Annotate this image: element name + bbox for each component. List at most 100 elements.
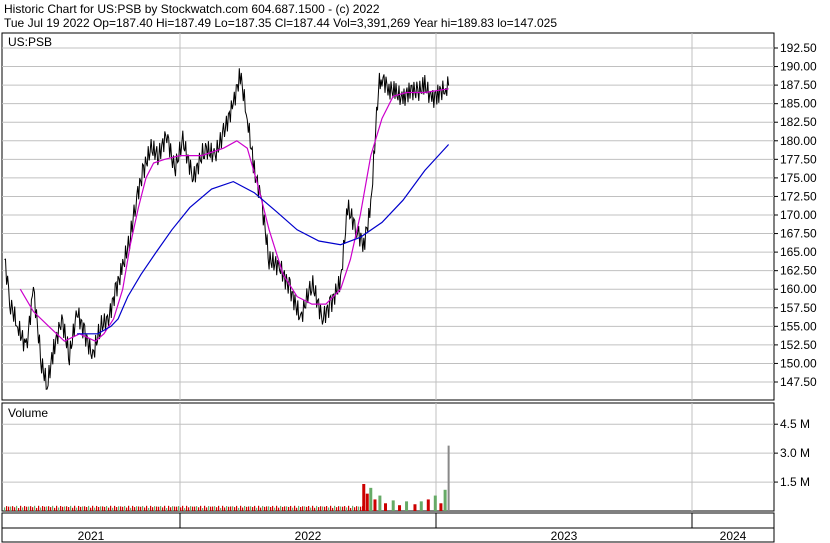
- volume-baseline-bar: [102, 506, 104, 511]
- volume-baseline-bar: [240, 505, 242, 511]
- volume-baseline-bar: [138, 506, 140, 511]
- volume-baseline-bar: [10, 506, 12, 511]
- volume-baseline-bar: [144, 507, 146, 511]
- volume-baseline-bar: [252, 507, 254, 511]
- volume-baseline-bar: [318, 507, 320, 511]
- price-tick-label: 167.50: [780, 227, 817, 241]
- volume-baseline-bar: [90, 507, 92, 511]
- volume-baseline-bar: [210, 506, 212, 511]
- volume-baseline-bar: [14, 507, 16, 511]
- volume-baseline-bar: [136, 506, 138, 511]
- volume-baseline-bar: [202, 508, 204, 511]
- volume-baseline-bar: [128, 505, 130, 511]
- volume-bar: [365, 493, 369, 511]
- volume-baseline-bar: [66, 506, 68, 511]
- volume-bar: [378, 495, 382, 511]
- volume-baseline-bar: [186, 505, 188, 511]
- price-tick-label: 180.00: [780, 134, 817, 148]
- volume-baseline-bar: [148, 507, 150, 511]
- volume-baseline-bar: [80, 506, 82, 511]
- volume-baseline-bar: [94, 507, 96, 511]
- volume-baseline-bar: [336, 507, 338, 511]
- volume-baseline-bar: [34, 505, 36, 511]
- price-tick-label: 165.00: [780, 245, 817, 259]
- volume-bar: [362, 484, 366, 511]
- volume-baseline-bar: [340, 506, 342, 511]
- volume-baseline-bar: [176, 506, 178, 511]
- volume-baseline-bar: [356, 506, 358, 511]
- volume-baseline-bar: [316, 505, 318, 511]
- volume-baseline-bar: [258, 505, 260, 511]
- price-tick-label: 185.00: [780, 97, 817, 111]
- volume-baseline-bar: [212, 506, 214, 511]
- volume-axis: 4.5 M 3.0 M 1.5 M: [774, 417, 810, 489]
- volume-baseline-bar: [130, 507, 132, 511]
- volume-baseline-bar: [338, 506, 340, 511]
- volume-baseline-bar: [52, 505, 54, 511]
- volume-baseline-bar: [20, 505, 22, 511]
- volume-baseline-bar: [150, 505, 152, 511]
- volume-baseline-bar: [302, 506, 304, 511]
- volume-baseline-bar: [30, 506, 32, 511]
- symbol-label: US:PSB: [8, 35, 52, 49]
- price-tick-label: 147.50: [780, 375, 817, 389]
- volume-baseline-bar: [100, 506, 102, 511]
- volume-baseline-bar: [254, 505, 256, 511]
- volume-baseline-bar: [214, 506, 216, 511]
- volume-bar: [405, 501, 409, 511]
- price-tick-label: 175.00: [780, 171, 817, 185]
- volume-bar: [447, 445, 450, 511]
- volume-baseline-bar: [108, 507, 110, 511]
- volume-baseline-bar: [196, 506, 198, 511]
- volume-baseline-bar: [286, 506, 288, 511]
- volume-baseline-bar: [54, 507, 56, 511]
- volume-baseline-bar: [284, 506, 286, 511]
- volume-baseline-bar: [116, 507, 118, 511]
- price-tick-label: 182.50: [780, 115, 817, 129]
- volume-baseline-bar: [36, 507, 38, 511]
- volume-tick-label: 1.5 M: [780, 475, 810, 489]
- volume-baseline-bar: [134, 507, 136, 511]
- volume-baseline-bar: [162, 507, 164, 511]
- volume-baseline-bar: [304, 506, 306, 511]
- volume-baseline-bar: [320, 506, 322, 511]
- x-tick-label: 2022: [295, 529, 322, 543]
- volume-baseline-bar: [328, 507, 330, 511]
- volume-baseline-bar: [18, 508, 20, 511]
- price-tick-label: 170.00: [780, 208, 817, 222]
- volume-baseline-bar: [262, 505, 264, 511]
- historic-chart: US:PSB 192.50 190.00 187.50 185.00 182.50 180…: [1, 32, 817, 543]
- price-tick-label: 157.50: [780, 301, 817, 315]
- volume-baseline-bar: [296, 507, 298, 511]
- volume-baseline-bar: [314, 507, 316, 511]
- volume-baseline-bar: [170, 507, 172, 511]
- price-tick-label: 162.50: [780, 264, 817, 278]
- price-axis: 192.50 190.00 187.50 185.00 182.50 180.00 177.…: [774, 41, 817, 389]
- volume-baseline-bar: [160, 506, 162, 511]
- volume-baseline-bar: [166, 508, 168, 511]
- volume-baseline-bar: [42, 506, 44, 511]
- volume-baseline-bar: [264, 506, 266, 511]
- volume-baseline-bar: [184, 508, 186, 511]
- volume-baseline-bar: [344, 506, 346, 511]
- volume-baseline-bar: [82, 506, 84, 511]
- volume-baseline-bar: [358, 506, 360, 511]
- volume-baseline-bar: [300, 507, 302, 511]
- volume-baseline-bar: [248, 506, 250, 511]
- volume-baseline-bar: [92, 505, 94, 511]
- volume-baseline-bar: [124, 505, 126, 511]
- volume-bar: [419, 501, 423, 511]
- volume-baseline-bar: [288, 506, 290, 511]
- volume-bar: [369, 487, 373, 511]
- volume-baseline-bar: [182, 505, 184, 511]
- volume-baseline-bar: [324, 506, 326, 511]
- volume-bar: [384, 503, 388, 511]
- volume-baseline-bar: [246, 506, 248, 511]
- volume-baseline-bar: [224, 507, 226, 511]
- volume-baseline-bar: [132, 505, 134, 511]
- volume-baseline-bar: [234, 507, 236, 511]
- volume-baseline-bar: [98, 506, 100, 511]
- volume-baseline-bar: [312, 505, 314, 511]
- volume-baseline-bar: [172, 506, 174, 511]
- volume-baseline-bar: [106, 505, 108, 511]
